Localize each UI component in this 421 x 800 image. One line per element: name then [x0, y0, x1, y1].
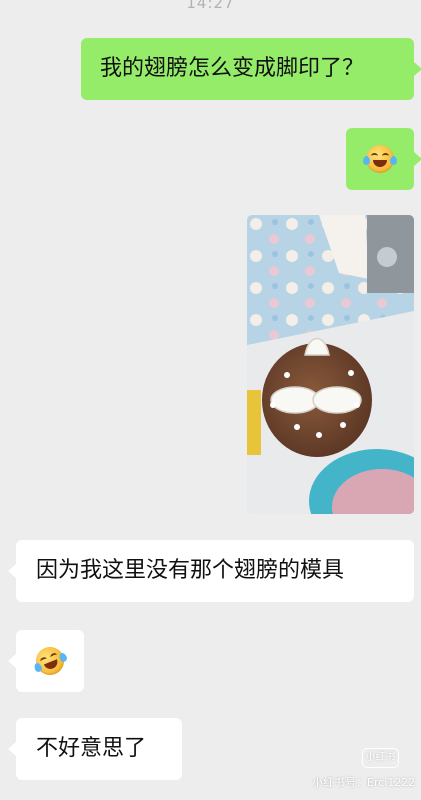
laughing-with-tears-icon	[363, 145, 397, 173]
chat-bubble-received-text[interactable]: 不好意思了	[8, 718, 182, 780]
message-text: 因为我这里没有那个翅膀的模具	[36, 558, 345, 583]
watermark-text: 小红书号：Erci1222	[312, 776, 416, 789]
message-text: 我的翅膀怎么变成脚印了？	[100, 56, 365, 81]
status-time: 14:27	[186, 0, 235, 12]
rolling-laughing-icon	[31, 642, 69, 680]
chat-bubble-received-emoji[interactable]	[8, 630, 84, 692]
cake-photo-image	[247, 215, 414, 514]
message-text: 不好意思了	[36, 736, 147, 761]
watermark-logo: 小红书	[362, 748, 399, 768]
chat-bubble-received-text[interactable]: 因为我这里没有那个翅膀的模具	[8, 540, 414, 602]
chat-bubble-sent-emoji[interactable]	[346, 128, 421, 190]
cake-photo-message[interactable]	[247, 215, 414, 514]
chat-bubble-sent-text[interactable]: 我的翅膀怎么变成脚印了？	[81, 38, 421, 100]
